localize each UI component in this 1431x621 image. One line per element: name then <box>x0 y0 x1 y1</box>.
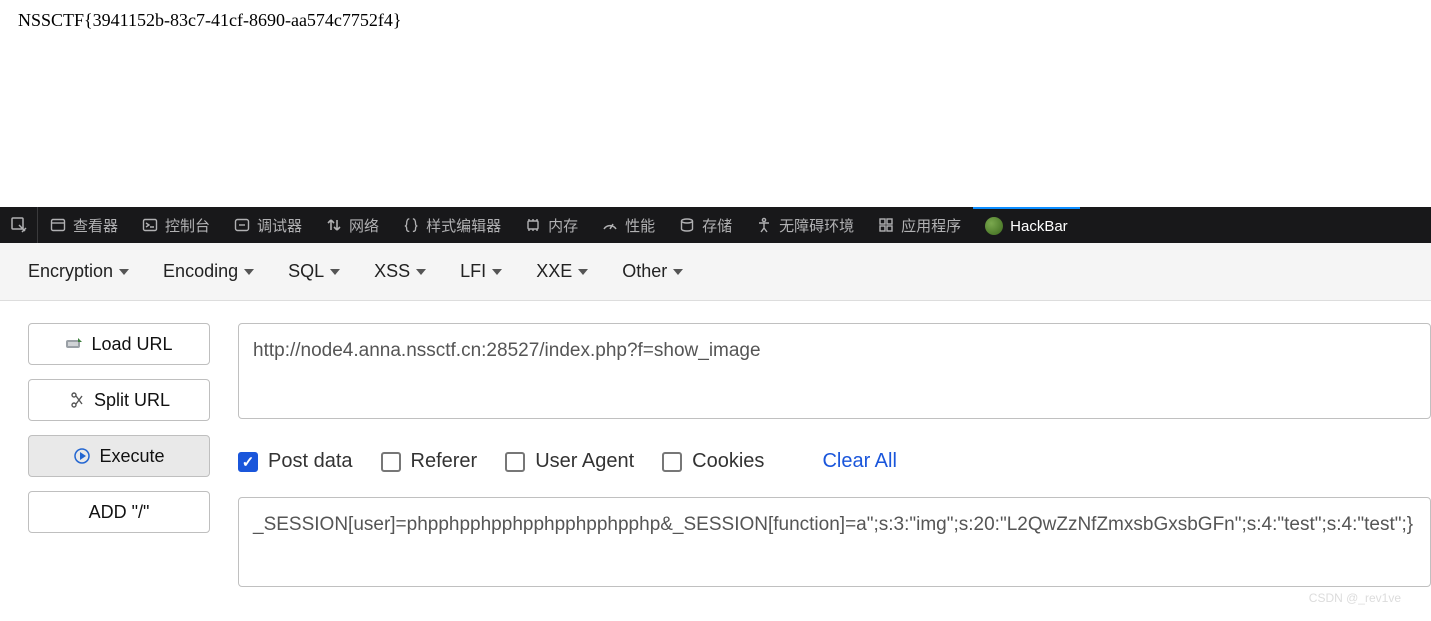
tab-performance-label: 性能 <box>625 215 655 236</box>
post-data-checkbox[interactable]: ✓Post data <box>238 450 353 473</box>
menu-other[interactable]: Other <box>622 261 683 282</box>
menu-sql[interactable]: SQL <box>288 261 340 282</box>
tab-memory-label: 内存 <box>548 215 578 236</box>
menu-lfi[interactable]: LFI <box>460 261 502 282</box>
execute-button[interactable]: Execute <box>28 435 210 477</box>
tab-style-label: 样式编辑器 <box>426 215 501 236</box>
hackbar-body: Load URL Split URL Execute ADD "/" ✓Post… <box>0 301 1431 592</box>
tab-performance[interactable]: 性能 <box>590 207 667 243</box>
inspector-icon <box>50 217 66 233</box>
performance-icon <box>602 217 618 233</box>
storage-icon <box>679 217 695 233</box>
devtools-pick-element-button[interactable] <box>0 207 38 243</box>
hackbar-right-pane: ✓Post data Referer User Agent Cookies Cl… <box>210 323 1431 592</box>
debugger-icon <box>234 217 250 233</box>
tab-accessibility-label: 无障碍环境 <box>779 215 854 236</box>
tab-style-editor[interactable]: 样式编辑器 <box>391 207 513 243</box>
devtools-tabbar: 查看器 控制台 调试器 网络 样式编辑器 内存 性能 存储 无障碍环境 应用程序… <box>0 207 1431 243</box>
post-data-input[interactable] <box>238 497 1431 587</box>
tab-hackbar[interactable]: HackBar <box>973 207 1080 243</box>
clear-all-link[interactable]: Clear All <box>822 450 896 473</box>
execute-icon <box>73 448 91 464</box>
checkbox-checked-icon: ✓ <box>238 452 258 472</box>
checkbox-icon <box>505 452 525 472</box>
caret-icon <box>244 269 254 275</box>
tab-debugger[interactable]: 调试器 <box>222 207 314 243</box>
hackbar-options-row: ✓Post data Referer User Agent Cookies Cl… <box>238 450 1431 473</box>
menu-encryption[interactable]: Encryption <box>28 261 129 282</box>
tab-storage[interactable]: 存储 <box>667 207 744 243</box>
tab-console[interactable]: 控制台 <box>130 207 222 243</box>
caret-icon <box>416 269 426 275</box>
tab-application-label: 应用程序 <box>901 215 961 236</box>
menu-xss[interactable]: XSS <box>374 261 426 282</box>
hackbar-menubar: Encryption Encoding SQL XSS LFI XXE Othe… <box>0 243 1431 301</box>
tab-inspector[interactable]: 查看器 <box>38 207 130 243</box>
page-flag-text: NSSCTF{3941152b-83c7-41cf-8690-aa574c775… <box>0 0 1431 41</box>
menu-xxe[interactable]: XXE <box>536 261 588 282</box>
hackbar-left-buttons: Load URL Split URL Execute ADD "/" <box>28 323 210 592</box>
tab-application[interactable]: 应用程序 <box>866 207 973 243</box>
console-icon <box>142 217 158 233</box>
network-icon <box>326 217 342 233</box>
caret-icon <box>119 269 129 275</box>
url-input[interactable] <box>238 323 1431 419</box>
caret-icon <box>578 269 588 275</box>
tab-accessibility[interactable]: 无障碍环境 <box>744 207 866 243</box>
caret-icon <box>492 269 502 275</box>
tab-inspector-label: 查看器 <box>73 215 118 236</box>
checkbox-icon <box>662 452 682 472</box>
tab-storage-label: 存储 <box>702 215 732 236</box>
watermark-text: CSDN @_rev1ve <box>1309 591 1401 605</box>
accessibility-icon <box>756 217 772 233</box>
tab-hackbar-label: HackBar <box>1010 218 1068 235</box>
menu-encoding[interactable]: Encoding <box>163 261 254 282</box>
split-url-icon <box>68 392 86 408</box>
load-url-icon <box>65 336 83 352</box>
split-url-button[interactable]: Split URL <box>28 379 210 421</box>
load-url-button[interactable]: Load URL <box>28 323 210 365</box>
tab-network-label: 网络 <box>349 215 379 236</box>
add-slash-button[interactable]: ADD "/" <box>28 491 210 533</box>
tab-console-label: 控制台 <box>165 215 210 236</box>
checkbox-icon <box>381 452 401 472</box>
tab-network[interactable]: 网络 <box>314 207 391 243</box>
style-icon <box>403 217 419 233</box>
hackbar-icon <box>985 217 1003 235</box>
caret-icon <box>330 269 340 275</box>
application-icon <box>878 217 894 233</box>
referer-checkbox[interactable]: Referer <box>381 450 478 473</box>
tab-debugger-label: 调试器 <box>257 215 302 236</box>
tab-memory[interactable]: 内存 <box>513 207 590 243</box>
user-agent-checkbox[interactable]: User Agent <box>505 450 634 473</box>
memory-icon <box>525 217 541 233</box>
caret-icon <box>673 269 683 275</box>
cookies-checkbox[interactable]: Cookies <box>662 450 764 473</box>
